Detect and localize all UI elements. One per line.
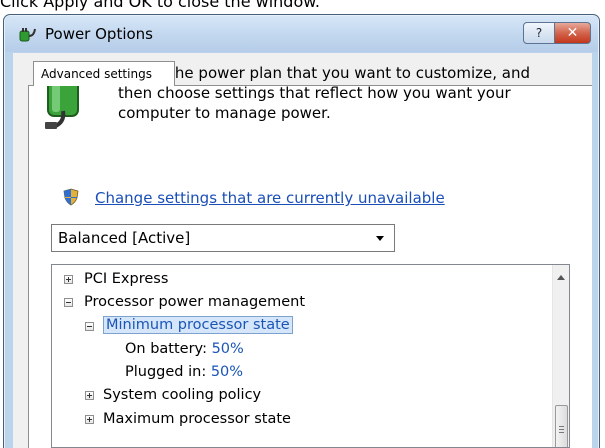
scroll-thumb[interactable] bbox=[555, 405, 568, 447]
tree-scrollbar[interactable] bbox=[552, 265, 569, 447]
thumb-grip-line bbox=[559, 429, 564, 430]
tree-item-processor-power-management[interactable]: Processor power management bbox=[84, 291, 305, 313]
tab-advanced-settings[interactable]: Advanced settings bbox=[33, 61, 175, 86]
instruction-text: Click Apply and OK to close the window. bbox=[0, 0, 320, 11]
expand-pci-express-icon[interactable] bbox=[64, 275, 73, 284]
uac-shield-icon bbox=[63, 188, 79, 206]
expand-system-cooling-icon[interactable] bbox=[85, 391, 94, 400]
collapse-processor-power-icon[interactable] bbox=[64, 298, 73, 307]
tree-item-minimum-processor-state[interactable]: Minimum processor state bbox=[103, 314, 293, 336]
plugged-in-label: Plugged in: bbox=[125, 364, 207, 380]
tree-item-system-cooling-policy[interactable]: System cooling policy bbox=[103, 384, 261, 406]
tree-item-plugged-in[interactable]: Plugged in: 50% bbox=[125, 361, 243, 383]
settings-tree: PCI Express Processor power management M… bbox=[51, 264, 570, 448]
tree-item-pci-express[interactable]: PCI Express bbox=[84, 268, 168, 290]
thumb-grip-line bbox=[559, 432, 564, 433]
change-unavailable-settings-link[interactable]: Change settings that are currently unava… bbox=[95, 189, 445, 207]
dropdown-arrow-icon[interactable] bbox=[376, 236, 384, 241]
plugged-in-value[interactable]: 50% bbox=[211, 364, 243, 380]
tree-item-maximum-processor-state[interactable]: Maximum processor state bbox=[103, 408, 291, 430]
on-battery-value[interactable]: 50% bbox=[212, 341, 244, 357]
title-buttons: ? ✕ bbox=[523, 22, 591, 44]
collapse-minimum-processor-state-icon[interactable] bbox=[85, 322, 94, 331]
scroll-up-arrow-icon[interactable] bbox=[557, 275, 565, 280]
thumb-grip-line bbox=[559, 426, 564, 427]
selected-setting-label: Minimum processor state bbox=[103, 316, 293, 334]
tree-item-on-battery[interactable]: On battery: 50% bbox=[125, 338, 244, 360]
close-button[interactable]: ✕ bbox=[555, 22, 591, 44]
expand-maximum-processor-state-icon[interactable] bbox=[85, 415, 94, 424]
on-battery-label: On battery: bbox=[125, 341, 207, 357]
plan-description: Select the power plan that you want to c… bbox=[118, 64, 530, 122]
title-bar[interactable]: Power Options ? ✕ bbox=[5, 16, 598, 52]
power-plug-icon bbox=[19, 28, 36, 42]
power-plan-dropdown[interactable]: Balanced [Active] bbox=[51, 224, 395, 252]
help-button[interactable]: ? bbox=[523, 22, 555, 44]
window-title: Power Options bbox=[45, 25, 153, 43]
power-plan-selected: Balanced [Active] bbox=[58, 229, 191, 247]
